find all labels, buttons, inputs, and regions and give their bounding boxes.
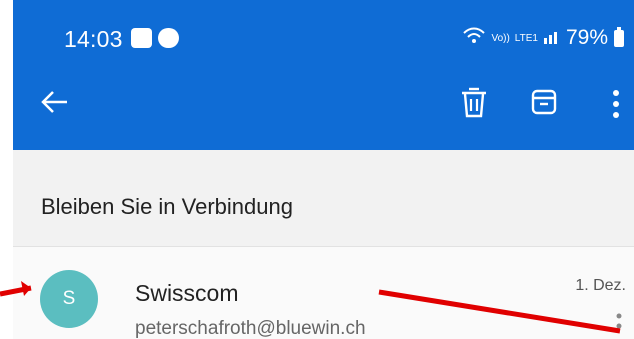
back-button[interactable] [35,82,75,122]
arrow-left-icon [41,91,67,113]
signal-icon [543,26,561,50]
delete-button[interactable] [454,80,494,124]
sender-name[interactable]: Swisscom [135,280,239,307]
more-vert-icon [616,313,622,329]
status-time: 14:03 [64,26,123,52]
sender-email[interactable]: peterschafroth@bluewin.ch [135,318,366,339]
wifi-icon [462,26,486,50]
thread-subject: Bleiben Sie in Verbindung [41,194,293,219]
message-date: 1. Dez. [575,277,626,294]
image-notification-icon [131,28,152,48]
archive-icon [531,89,557,115]
sender-avatar[interactable]: S [40,270,98,328]
status-indicators: Vo)) LTE1 79% [462,26,624,50]
archive-button[interactable] [524,82,564,122]
lte-label: LTE1 [514,32,538,44]
chat-notification-icon [158,28,179,48]
email-app-window: 14:03 Vo)) LTE1 79% Bleiben Sie in Verbi… [13,0,634,339]
battery-percentage: 79% [565,26,608,49]
message-more-button[interactable] [614,308,624,338]
app-bar: 14:03 Vo)) LTE1 79% [13,0,634,150]
more-options-button[interactable] [607,84,625,124]
more-vert-icon [613,90,619,118]
trash-icon [462,87,486,118]
battery-icon [614,26,624,47]
volte-label: Vo)) [491,32,510,44]
